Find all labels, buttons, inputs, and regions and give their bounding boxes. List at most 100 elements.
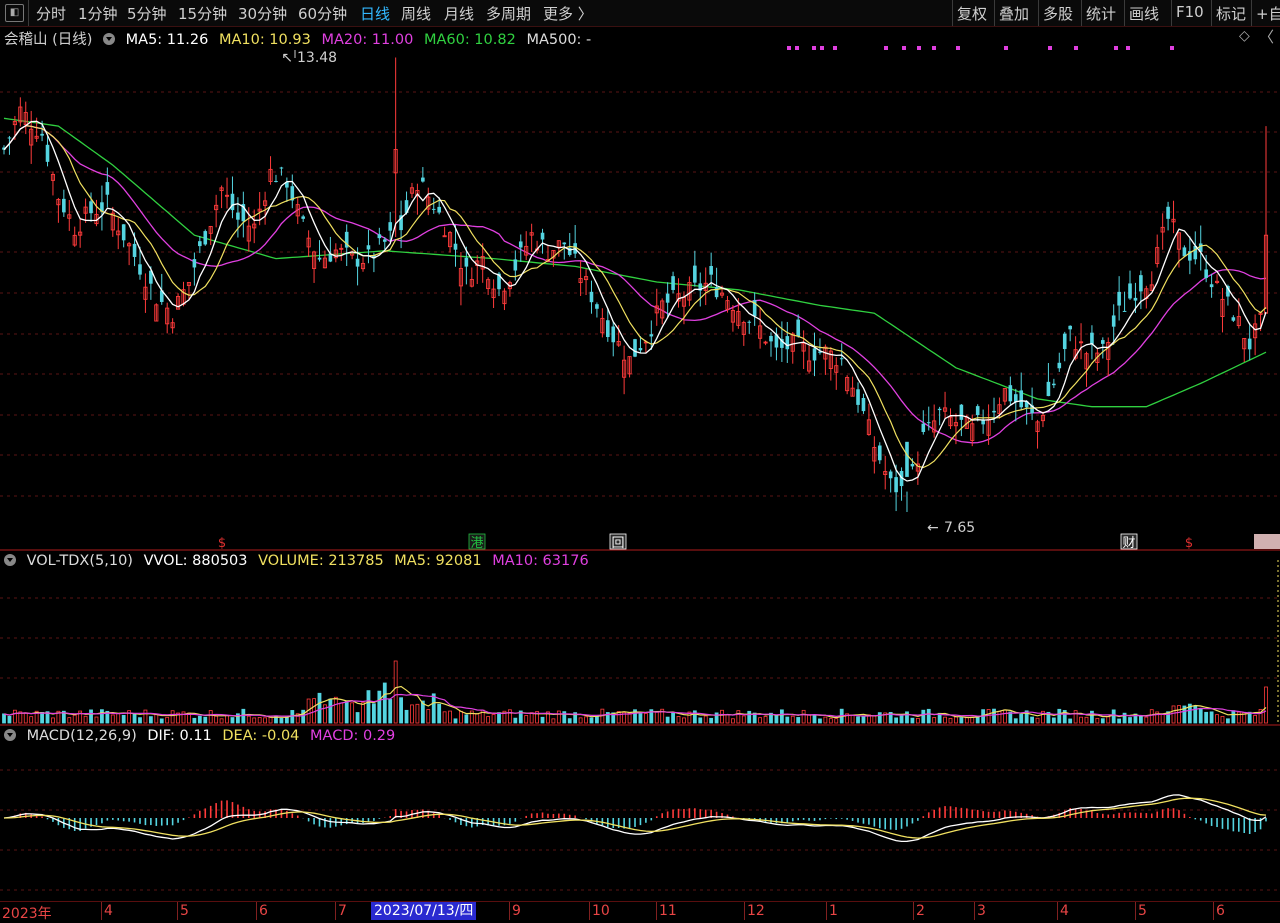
volume-bar — [790, 715, 795, 724]
date-tick — [826, 902, 827, 920]
volume-bar — [246, 715, 251, 724]
candle-body — [45, 144, 50, 162]
candle-body — [138, 264, 142, 275]
date-tick — [744, 902, 745, 920]
date-label-0: 2023年 — [2, 906, 52, 922]
volume-bar — [1215, 714, 1219, 724]
signal-dot — [1114, 46, 1118, 50]
volume-bar — [910, 717, 915, 724]
event-marker-edge — [1254, 534, 1280, 549]
candle-body — [877, 445, 882, 461]
volume-bar — [1095, 717, 1100, 724]
volume-bar — [567, 718, 572, 724]
volume-bar — [736, 710, 741, 724]
event-marker-0[interactable]: $ — [218, 536, 226, 551]
event-marker-text: 港 — [470, 536, 483, 551]
candle-body — [1019, 390, 1024, 408]
candle-body — [959, 404, 964, 420]
candle-body — [905, 441, 909, 477]
volume-bar — [731, 718, 735, 724]
event-marker-1[interactable]: 港 — [468, 533, 486, 551]
volume-bar — [333, 696, 338, 724]
volume-bar — [1035, 717, 1040, 724]
volume-bar — [595, 715, 599, 724]
volume-bar — [415, 703, 420, 724]
signal-dot — [884, 46, 888, 50]
volume-bar — [110, 714, 115, 724]
signal-dot — [812, 46, 816, 50]
volume-bar — [40, 711, 44, 724]
candle-body — [1101, 340, 1105, 344]
volume-bar — [165, 716, 170, 724]
event-markers: $ 港 回 财 $ — [218, 533, 1280, 551]
volume-bar — [72, 714, 77, 724]
date-label-5: 9 — [512, 903, 521, 919]
candle-body — [975, 406, 980, 416]
event-marker-2[interactable]: 回 — [609, 533, 627, 551]
candle-body — [236, 212, 240, 220]
candle-body — [1057, 362, 1062, 369]
volume-bar — [214, 715, 219, 724]
volume-bar — [698, 717, 703, 724]
candle-body — [301, 216, 305, 219]
candle-body — [921, 423, 926, 432]
volume-bar — [997, 711, 1002, 724]
candle-body — [981, 420, 985, 425]
volume-bar — [665, 716, 670, 724]
volume-bar — [339, 702, 344, 724]
candle-body — [1008, 385, 1013, 402]
candle-body — [839, 358, 844, 360]
volume-bar — [453, 718, 458, 724]
volume-bar — [159, 718, 164, 724]
candle-body — [274, 181, 278, 183]
volume-bar — [7, 715, 12, 724]
candle-body — [105, 182, 110, 195]
volume-bar — [197, 715, 202, 724]
kline-chart[interactable]: 13.48 ← 7.65 ↖ $ 港 回 财 $ — [0, 0, 1280, 902]
volume-bar — [1128, 717, 1132, 724]
date-tick — [1213, 902, 1214, 920]
volume-bar — [1144, 716, 1149, 724]
volume-bar — [23, 712, 28, 724]
volume-bar — [121, 714, 126, 724]
event-marker-text: 回 — [611, 536, 624, 551]
volume-bar — [774, 715, 779, 724]
volume-bar — [524, 715, 529, 724]
volume-bar — [513, 717, 518, 724]
volume-bar — [926, 708, 931, 724]
signal-dots — [787, 46, 1174, 50]
volume-bar — [1030, 716, 1034, 724]
volume-bar — [241, 708, 246, 724]
date-label-6: 10 — [592, 903, 610, 919]
volume-bar — [268, 716, 273, 724]
date-label-13: 5 — [1138, 903, 1147, 919]
volume-bar — [252, 717, 257, 724]
volume-bar — [448, 710, 452, 724]
volume-bar — [1149, 709, 1154, 724]
candle-body — [589, 291, 594, 303]
event-marker-3[interactable]: 财 — [1120, 533, 1138, 551]
ma10-path — [3, 125, 1267, 469]
volume-bar — [1171, 705, 1176, 724]
candle-body — [812, 348, 817, 361]
volume-bar — [154, 713, 159, 724]
event-marker-4[interactable]: $ — [1185, 536, 1193, 551]
candle-body — [1090, 332, 1094, 345]
candle-body — [1062, 333, 1067, 350]
date-tick — [974, 902, 975, 920]
candle-body — [693, 265, 697, 283]
volume-bar — [491, 714, 496, 724]
date-label-4: 7 — [338, 903, 347, 919]
volume-bar — [1068, 718, 1073, 724]
ma5-path — [3, 120, 1267, 482]
candle-body — [7, 137, 12, 139]
event-marker-text: $ — [218, 536, 226, 551]
volume-bar — [986, 709, 991, 724]
volume-bar — [366, 690, 371, 724]
candle-body — [437, 206, 441, 213]
volume-bar — [828, 718, 833, 724]
candle-body — [633, 339, 637, 357]
volume-bar — [1057, 708, 1062, 724]
volume-bar — [872, 715, 877, 724]
date-label-9: 1 — [829, 903, 838, 919]
